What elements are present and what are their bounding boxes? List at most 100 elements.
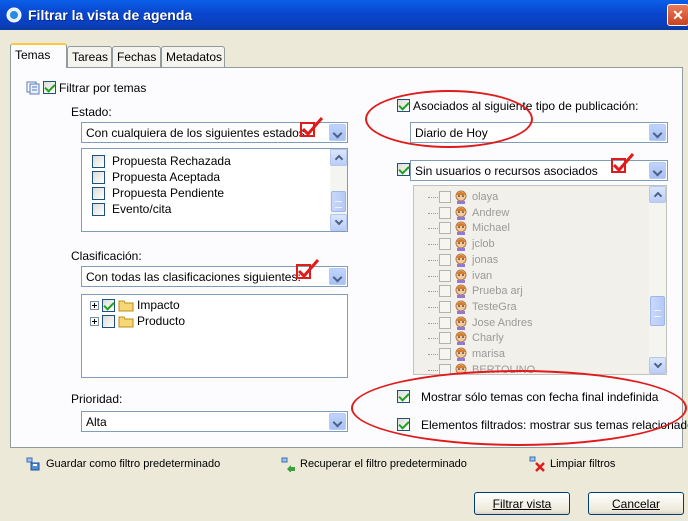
- classification-tree[interactable]: Impacto Producto: [81, 294, 348, 378]
- close-icon: ✕: [672, 7, 684, 23]
- filter-by-topics-checkbox[interactable]: [43, 81, 56, 94]
- state-list-scrollbar[interactable]: [330, 149, 347, 231]
- user-name: jonas: [472, 253, 499, 266]
- tab-fechas[interactable]: Fechas: [112, 46, 161, 67]
- scroll-down-icon[interactable]: [330, 214, 347, 231]
- restore-filter-icon: [281, 457, 295, 472]
- tab-metadatos[interactable]: Metadatos: [161, 46, 225, 67]
- user-checkbox[interactable]: [439, 238, 451, 251]
- user-name: Andrew: [472, 206, 510, 219]
- tab-temas[interactable]: Temas: [10, 43, 67, 68]
- chevron-down-icon[interactable]: [649, 162, 666, 179]
- scroll-thumb[interactable]: [331, 191, 346, 212]
- user-row[interactable]: Michael: [414, 221, 650, 236]
- close-button[interactable]: ✕: [667, 4, 688, 26]
- user-name: Prueba arj: [472, 285, 523, 298]
- chevron-down-icon[interactable]: [329, 124, 346, 141]
- user-name: TesteGra: [472, 300, 517, 313]
- save-default-link[interactable]: Guardar como filtro predeterminado: [46, 458, 220, 470]
- user-avatar-icon: [455, 221, 467, 236]
- red-checkmark-annotation: [300, 117, 324, 137]
- tree-connector: [428, 291, 438, 293]
- scroll-up-icon[interactable]: [649, 186, 666, 203]
- user-row[interactable]: Charly: [414, 331, 650, 346]
- user-checkbox[interactable]: [439, 269, 451, 282]
- state-checkbox[interactable]: [92, 171, 105, 184]
- user-checkbox[interactable]: [439, 300, 451, 313]
- tree-connector: [428, 212, 438, 214]
- restore-default-link[interactable]: Recuperar el filtro predeterminado: [300, 458, 467, 470]
- classification-checkbox[interactable]: [102, 315, 115, 328]
- state-checkbox[interactable]: [92, 155, 105, 168]
- state-item: Propuesta Pendiente: [112, 186, 225, 200]
- chevron-down-icon[interactable]: [329, 413, 346, 430]
- user-name: olaya: [472, 191, 499, 203]
- priority-label: Prioridad:: [71, 392, 123, 406]
- tree-connector: [428, 322, 438, 324]
- user-row[interactable]: Andrew: [414, 206, 650, 221]
- user-checkbox[interactable]: [439, 348, 451, 360]
- expand-icon[interactable]: [90, 317, 99, 326]
- users-list[interactable]: olaya Andrew Michael jclob jonas ivan Prueba a…: [413, 185, 667, 375]
- classification-checkbox[interactable]: [102, 299, 115, 312]
- tree-connector: [428, 275, 438, 277]
- highlight-ellipse: [351, 370, 687, 446]
- user-avatar-icon: [455, 253, 467, 267]
- users-checkbox[interactable]: [397, 163, 410, 176]
- clear-filters-link[interactable]: Limpiar filtros: [550, 458, 615, 470]
- state-label: Estado:: [71, 105, 112, 119]
- apply-filter-label: Filtrar vista: [492, 497, 552, 511]
- scroll-up-icon[interactable]: [330, 149, 347, 166]
- user-name: marisa: [472, 348, 506, 360]
- state-checkbox[interactable]: [92, 187, 105, 200]
- user-row[interactable]: Jose Andres: [414, 316, 650, 331]
- expand-icon[interactable]: [90, 301, 99, 310]
- user-row[interactable]: jclob: [414, 237, 650, 252]
- chevron-down-icon[interactable]: [329, 268, 346, 285]
- tree-connector: [428, 259, 438, 261]
- tree-connector: [428, 354, 438, 355]
- save-filter-icon: [26, 457, 40, 471]
- user-checkbox[interactable]: [439, 222, 451, 235]
- priority-combo-value: Alta: [86, 415, 107, 429]
- state-checkbox[interactable]: [92, 203, 105, 216]
- chevron-down-icon[interactable]: [649, 124, 666, 141]
- user-row[interactable]: jonas: [414, 253, 650, 268]
- user-checkbox[interactable]: [439, 332, 451, 345]
- state-list[interactable]: Propuesta Rechazada Propuesta Aceptada P…: [81, 148, 348, 232]
- user-row[interactable]: olaya: [414, 190, 650, 205]
- user-row[interactable]: TesteGra: [414, 300, 650, 315]
- priority-combo[interactable]: Alta: [81, 411, 348, 432]
- user-checkbox[interactable]: [439, 285, 451, 298]
- user-name: Jose Andres: [472, 316, 533, 329]
- user-checkbox[interactable]: [439, 206, 451, 219]
- tab-tareas[interactable]: Tareas: [67, 46, 112, 67]
- user-name: ivan: [472, 269, 493, 282]
- folder-icon: [118, 300, 134, 312]
- user-checkbox[interactable]: [439, 253, 451, 266]
- user-checkbox[interactable]: [439, 316, 451, 329]
- user-avatar-icon: [455, 347, 467, 361]
- cancel-button[interactable]: Cancelar: [588, 492, 684, 515]
- topics-icon: [26, 81, 40, 95]
- users-combo-value: Sin usuarios o recursos asociados: [415, 164, 598, 178]
- app-icon: [6, 7, 22, 23]
- scroll-thumb[interactable]: [650, 296, 665, 326]
- user-row[interactable]: Prueba arj: [414, 284, 650, 299]
- user-avatar-icon: [455, 284, 467, 299]
- apply-filter-button[interactable]: Filtrar vista: [474, 492, 570, 515]
- cancel-label: Cancelar: [611, 497, 661, 511]
- user-row[interactable]: marisa: [414, 347, 650, 362]
- red-checkmark-annotation: [296, 259, 320, 279]
- folder-icon: [118, 316, 134, 328]
- red-checkmark-annotation: [611, 153, 635, 173]
- state-item: Evento/cita: [112, 202, 172, 216]
- clear-filter-icon: [529, 456, 545, 472]
- user-checkbox[interactable]: [439, 191, 451, 203]
- users-list-scrollbar[interactable]: [649, 186, 666, 374]
- scroll-down-icon[interactable]: [649, 357, 666, 374]
- title-bar[interactable]: Filtrar la vista de agenda ✕: [0, 0, 688, 30]
- user-row[interactable]: ivan: [414, 269, 650, 284]
- user-name: Charly: [472, 332, 504, 345]
- state-item: Propuesta Aceptada: [112, 170, 221, 184]
